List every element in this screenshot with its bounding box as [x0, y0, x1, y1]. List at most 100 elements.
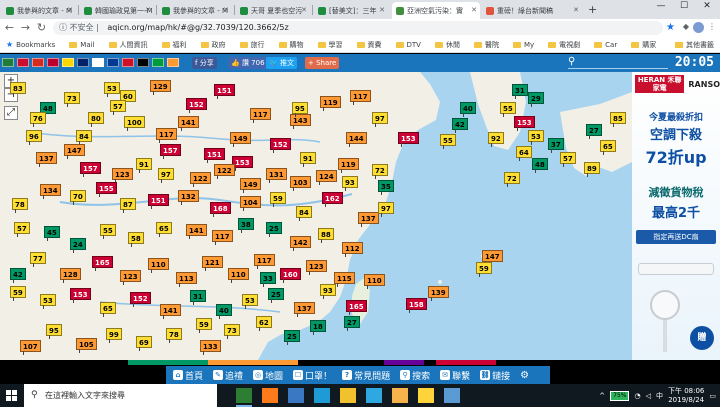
aqi-station-marker[interactable]: 40: [216, 304, 232, 319]
taskbar-app-icon[interactable]: [314, 388, 330, 403]
menu-dots-icon[interactable]: ⋮: [708, 22, 716, 33]
taskbar-app-icon[interactable]: [444, 388, 460, 403]
aqi-station-marker[interactable]: 88: [318, 228, 334, 243]
close-tab-icon[interactable]: ✕: [379, 6, 385, 14]
aqi-station-marker[interactable]: 119: [320, 96, 341, 111]
aqi-station-marker[interactable]: 72: [504, 172, 520, 187]
aqi-station-marker[interactable]: 33: [260, 272, 276, 287]
info-icon[interactable]: ⓘ: [59, 23, 67, 32]
aqi-station-marker[interactable]: 153: [70, 288, 91, 303]
aqi-station-marker[interactable]: 99: [106, 328, 122, 343]
forward-arrow-icon[interactable]: →: [19, 21, 32, 35]
aqi-station-marker[interactable]: 144: [346, 132, 367, 147]
aqi-station-marker[interactable]: 91: [300, 152, 316, 167]
aqi-station-marker[interactable]: 57: [110, 100, 126, 115]
aqi-station-marker[interactable]: 165: [346, 300, 367, 315]
aqi-station-marker[interactable]: 147: [64, 144, 85, 159]
aqi-station-marker[interactable]: 92: [488, 132, 504, 147]
aqi-station-marker[interactable]: 117: [156, 128, 177, 143]
aqi-station-marker[interactable]: 58: [128, 232, 144, 247]
aqi-station-marker[interactable]: 122: [190, 172, 211, 187]
aqi-station-marker[interactable]: 97: [158, 168, 174, 183]
nav-search[interactable]: ⚲ 搜索: [400, 369, 430, 382]
taskbar-app-icon[interactable]: [392, 388, 408, 403]
other-bookmarks[interactable]: 其他書籤: [675, 40, 714, 50]
aqi-station-marker[interactable]: 70: [70, 190, 86, 205]
taskbar-clock[interactable]: 下午 08:06 2019/8/24: [668, 387, 704, 405]
language-flag-icon[interactable]: [47, 58, 59, 67]
taskbar-app-icon[interactable]: [340, 388, 356, 403]
aqi-station-marker[interactable]: 85: [610, 112, 626, 127]
aqi-station-marker[interactable]: 141: [186, 224, 207, 239]
facebook-share-button[interactable]: f 分享: [192, 57, 217, 69]
maximize-button[interactable]: ☐: [673, 1, 695, 11]
aqi-station-marker[interactable]: 124: [316, 170, 337, 185]
language-flag-icon[interactable]: [122, 58, 134, 67]
aqi-station-marker[interactable]: 95: [292, 102, 308, 117]
aqi-station-marker[interactable]: 152: [130, 292, 151, 307]
aqi-station-marker[interactable]: 35: [378, 180, 394, 195]
aqi-station-marker[interactable]: 59: [476, 262, 492, 277]
aqi-station-marker[interactable]: 123: [306, 260, 327, 275]
aqi-station-marker[interactable]: 121: [202, 256, 223, 271]
aqi-station-marker[interactable]: 84: [296, 206, 312, 221]
aqi-station-marker[interactable]: 65: [156, 222, 172, 237]
aqi-station-marker[interactable]: 24: [70, 238, 86, 253]
aqi-station-marker[interactable]: 117: [250, 108, 271, 123]
browser-tab[interactable]: 天哥 夏季也空污 ✕: [236, 2, 310, 19]
nav-contact[interactable]: ✉ 聯繫: [440, 369, 470, 382]
aqi-station-marker[interactable]: 76: [30, 112, 46, 127]
aqi-station-marker[interactable]: 31: [190, 290, 206, 305]
extension-icon[interactable]: ◆: [683, 22, 689, 33]
browser-tab-active[interactable]: 亞洲空氣污染：實 ✕: [392, 2, 480, 19]
aqi-station-marker[interactable]: 29: [528, 92, 544, 107]
close-tab-icon[interactable]: ✕: [145, 6, 151, 14]
bookmark-folder[interactable]: 福利: [161, 40, 187, 50]
browser-tab[interactable]: 重磅！綠台新聞稿 ✕: [482, 2, 582, 19]
aqi-station-marker[interactable]: 25: [284, 330, 300, 345]
taskbar-app-icon[interactable]: [236, 388, 252, 407]
aqi-station-marker[interactable]: 115: [334, 272, 355, 287]
aqi-station-marker[interactable]: 117: [350, 90, 371, 105]
aqi-station-marker[interactable]: 73: [224, 324, 240, 339]
aqi-station-marker[interactable]: 149: [230, 132, 251, 147]
aqi-station-marker[interactable]: 155: [96, 182, 117, 197]
nav-masks[interactable]: ☐ 口罩！: [293, 369, 332, 382]
language-flag-icon[interactable]: [167, 58, 179, 67]
nav-gifts[interactable]: ✎ 追禮: [213, 369, 243, 382]
chevron-up-icon[interactable]: ^: [599, 392, 605, 400]
taskbar-app-icon[interactable]: [288, 388, 304, 403]
aqi-station-marker[interactable]: 97: [378, 202, 394, 217]
bookmark-folder[interactable]: 政府: [200, 40, 226, 50]
aqi-station-marker[interactable]: 65: [100, 302, 116, 317]
aqi-station-marker[interactable]: 117: [254, 254, 275, 269]
aqi-station-marker[interactable]: 69: [136, 336, 152, 351]
notification-icon[interactable]: ▭: [709, 392, 716, 400]
aqi-station-marker[interactable]: 143: [290, 114, 311, 129]
bookmark-folder[interactable]: 電視劇: [548, 40, 580, 50]
aqi-station-marker[interactable]: 100: [124, 116, 145, 131]
nav-settings[interactable]: ⚙: [520, 370, 529, 381]
language-flag-icon[interactable]: [32, 58, 44, 67]
back-arrow-icon[interactable]: ←: [3, 21, 16, 35]
aqi-station-marker[interactable]: 160: [280, 268, 301, 283]
aqi-station-marker[interactable]: 134: [40, 184, 61, 199]
address-bar[interactable]: ⓘ 不安全 | aqicn.org/map/hk/#@g/32.7039/120…: [53, 21, 663, 35]
battery-indicator[interactable]: 75%: [610, 390, 630, 401]
aqi-station-marker[interactable]: 89: [584, 162, 600, 177]
new-tab-button[interactable]: +: [588, 3, 597, 16]
bookmark-star-icon[interactable]: ★: [666, 22, 675, 33]
aqi-station-marker[interactable]: 131: [266, 168, 287, 183]
language-flag-icon[interactable]: [77, 58, 89, 67]
aqi-station-marker[interactable]: 123: [120, 270, 141, 285]
bookmark-folder[interactable]: 購物: [278, 40, 304, 50]
aqi-station-marker[interactable]: 158: [406, 298, 427, 313]
bookmark-folder[interactable]: 醫院: [473, 40, 499, 50]
aqi-station-marker[interactable]: 104: [240, 196, 261, 211]
language-flag-icon[interactable]: [152, 58, 164, 67]
aqi-station-marker[interactable]: 59: [10, 286, 26, 301]
aqi-station-marker[interactable]: 84: [76, 130, 92, 145]
aqi-station-marker[interactable]: 78: [166, 328, 182, 343]
nav-links[interactable]: ⛓ 鏈接: [480, 369, 510, 382]
bookmark-folder[interactable]: 購家: [631, 40, 656, 50]
